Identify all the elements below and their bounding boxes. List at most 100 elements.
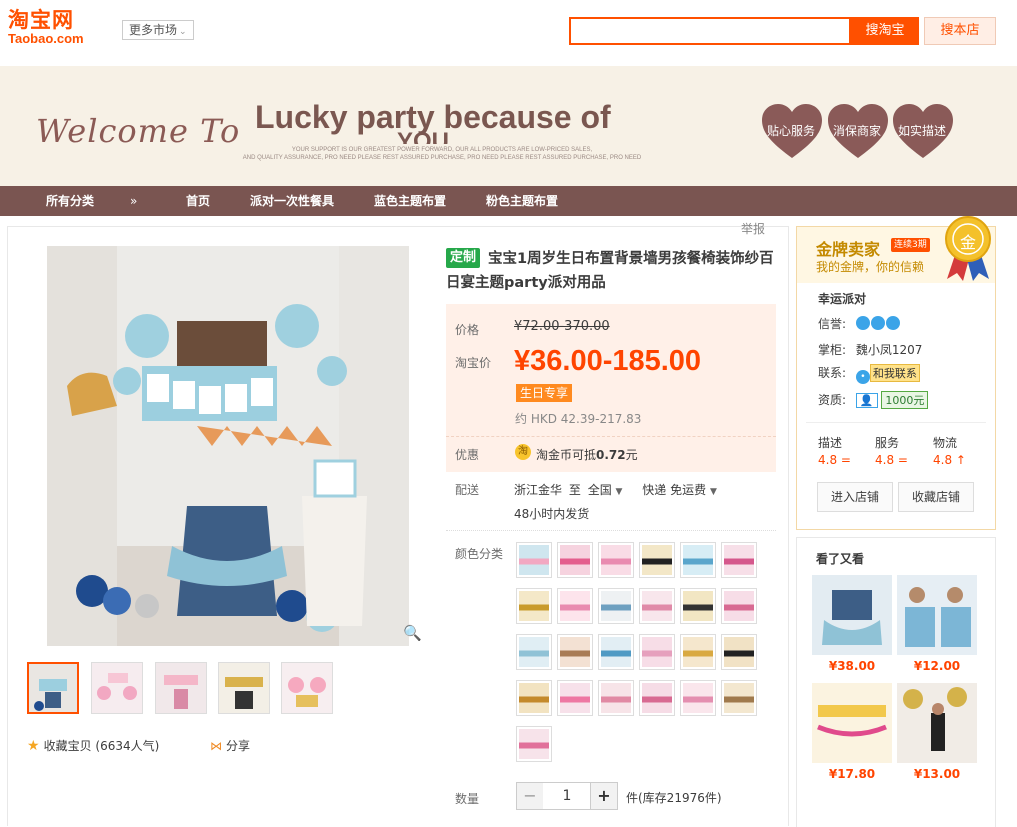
color-option-swatch[interactable] (680, 542, 716, 578)
swatch-image (724, 591, 754, 621)
recommended-item[interactable] (897, 683, 977, 763)
ship-method-dropdown[interactable]: 快递 免运费 ▼ (642, 483, 717, 497)
color-option-swatch[interactable] (557, 634, 593, 670)
contact-button[interactable]: • 和我联系 (855, 364, 920, 384)
color-option-swatch[interactable] (639, 588, 675, 624)
crown-icon (855, 316, 870, 330)
nav-home[interactable]: 首页 (186, 186, 210, 216)
search-input[interactable] (569, 17, 851, 45)
thumbnail-image (282, 663, 332, 713)
product-thumbnail[interactable] (281, 662, 333, 714)
color-option-swatch[interactable] (721, 542, 757, 578)
color-option-swatch[interactable] (516, 542, 552, 578)
recommended-item[interactable] (812, 683, 892, 763)
recommended-item[interactable] (812, 575, 892, 655)
recommended-item[interactable] (897, 575, 977, 655)
ship-to-dropdown[interactable]: 全国 ▼ (588, 483, 623, 497)
search-taobao-button[interactable]: 搜淘宝 (851, 17, 919, 45)
color-option-swatch[interactable] (680, 680, 716, 716)
quantity-input[interactable]: 1 (543, 782, 591, 810)
product-thumbnail[interactable] (27, 662, 79, 714)
color-option-swatch[interactable] (516, 634, 552, 670)
favorite-count: (6634人气) (95, 739, 160, 753)
color-option-swatch[interactable] (721, 634, 757, 670)
share-label: 分享 (226, 739, 251, 753)
color-option-swatch[interactable] (516, 680, 552, 716)
nav-expand-icon[interactable]: » (130, 186, 137, 216)
ship-to: 全国 (587, 483, 612, 497)
quantity-decrease-button[interactable]: − (516, 782, 544, 810)
id-verified-icon[interactable]: 👤 (855, 393, 878, 408)
color-option-swatch[interactable] (721, 588, 757, 624)
color-option-swatch[interactable] (557, 588, 593, 624)
taobao-logo[interactable]: 淘宝网 Taobao.com (8, 8, 108, 52)
swatch-image (683, 591, 713, 621)
score-value-logistics: 4.8 ↑ (933, 453, 966, 467)
nav-all-categories[interactable]: 所有分类 (46, 186, 94, 216)
favorite-item-button[interactable]: ★ 收藏宝贝 (6634人气) (27, 737, 159, 754)
swatch-image (519, 683, 549, 713)
product-thumbnail[interactable] (91, 662, 143, 714)
taojinbi-coin-icon: 淘 (515, 444, 531, 460)
score-number: 4.8 (933, 453, 953, 467)
product-thumbnail[interactable] (218, 662, 270, 714)
product-thumbnail[interactable] (155, 662, 207, 714)
nav-blue-theme[interactable]: 蓝色主题布置 (374, 186, 446, 216)
quantity-increase-button[interactable]: + (590, 782, 618, 810)
banner-headline-wrap: Lucky party because of YOU (255, 98, 655, 144)
nav-pink-theme[interactable]: 粉色主题布置 (486, 186, 558, 216)
shop-contact-row: 联系: • 和我联系 (818, 364, 920, 384)
logo-cn: 淘宝网 (8, 8, 74, 32)
color-option-swatch[interactable] (598, 634, 634, 670)
keeper-name[interactable]: 魏小凤1207 (856, 343, 923, 357)
swatch-image (601, 545, 631, 575)
color-option-swatch[interactable] (557, 680, 593, 716)
discount-unit: 元 (625, 448, 638, 462)
report-link[interactable]: 举报 (741, 220, 765, 237)
shipping-info: 浙江金华 至 全国 ▼ 快递 免运费 ▼ (514, 481, 717, 498)
color-option-swatch[interactable] (639, 680, 675, 716)
ship-time: 48小时内发货 (514, 507, 590, 521)
shop-qualification-row: 资质: 👤 1000元 (818, 391, 929, 409)
crown-icons[interactable] (855, 316, 901, 331)
banner-subtext-line2: AND QUALITY ASSURANCE, PRO NEED PLEASE R… (242, 155, 642, 161)
recommended-price: ¥38.00 (828, 659, 876, 673)
logo-en: Taobao.com (8, 31, 84, 46)
swatch-image (642, 545, 672, 575)
swatch-image (519, 591, 549, 621)
color-option-swatch[interactable] (680, 588, 716, 624)
color-option-swatch[interactable] (598, 588, 634, 624)
shipping-label: 配送 (455, 483, 480, 497)
discount-label: 优惠 (455, 448, 480, 462)
stock-info: 件(库存21976件) (626, 791, 722, 805)
swatch-image (560, 545, 590, 575)
heart-badge-protection: 消保商家 (828, 104, 888, 160)
favorite-shop-button[interactable]: 收藏店铺 (898, 482, 974, 512)
wangwang-icon: • (855, 370, 870, 384)
score-label-description: 描述 (818, 436, 843, 450)
color-option-swatch[interactable] (516, 588, 552, 624)
search-shop-button[interactable]: 搜本店 (924, 17, 996, 45)
product-main-image[interactable] (47, 246, 409, 646)
color-option-swatch[interactable] (721, 680, 757, 716)
nav-tableware[interactable]: 派对一次性餐具 (250, 186, 334, 216)
color-option-swatch[interactable] (557, 542, 593, 578)
shop-name[interactable]: 幸运派对 (818, 290, 866, 307)
contact-button-label: 和我联系 (869, 364, 920, 382)
color-option-swatch[interactable] (516, 726, 552, 762)
thumbnail-image (219, 663, 269, 713)
share-button[interactable]: ⋈ 分享 (210, 737, 250, 754)
color-option-swatch[interactable] (639, 542, 675, 578)
swatch-image (560, 591, 590, 621)
color-option-swatch[interactable] (680, 634, 716, 670)
color-option-swatch[interactable] (598, 542, 634, 578)
zoom-icon[interactable]: 🔍 (403, 624, 422, 642)
recommended-price: ¥12.00 (913, 659, 961, 673)
enter-shop-button[interactable]: 进入店铺 (817, 482, 893, 512)
color-option-swatch[interactable] (639, 634, 675, 670)
deposit-amount: 1000元 (885, 394, 925, 407)
color-option-swatch[interactable] (598, 680, 634, 716)
deposit-badge[interactable]: 1000元 (881, 391, 929, 409)
score-trend-icon: ↑ (955, 453, 966, 467)
more-markets-dropdown[interactable]: 更多市场 ⌄ (122, 20, 194, 40)
